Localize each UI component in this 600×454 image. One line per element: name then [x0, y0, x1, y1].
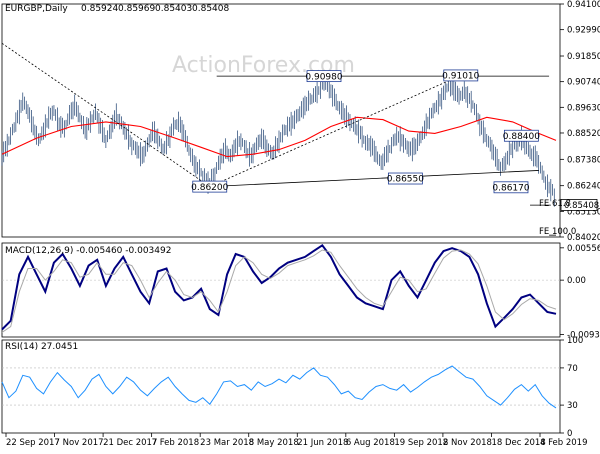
- rsi-axis: 10070300: [560, 336, 583, 439]
- date-tick-label: 7 Nov 2017: [55, 438, 104, 448]
- level-label: 0.86170: [492, 184, 529, 194]
- price-tick-label: 0.86240: [567, 182, 600, 192]
- price-close: 0.85408: [192, 4, 229, 14]
- date-tick-label: 7 Feb 2018: [152, 438, 200, 448]
- trendline: [209, 170, 539, 188]
- panel-frame: [1, 242, 561, 338]
- fe-100-label: FE 100.0: [539, 227, 576, 237]
- date-tick-label: 22 Sep 2017: [6, 438, 60, 448]
- rsi-line: [1, 365, 557, 409]
- macd-title: MACD(12,26,9) -0.005460 -0.003492: [5, 246, 171, 256]
- price-low: 0.85403: [155, 4, 192, 14]
- date-tick-label: 8 May 2018: [249, 438, 299, 448]
- level-label: 0.90980: [305, 72, 342, 82]
- level-label: 0.88400: [503, 132, 540, 142]
- level-label: 0.86200: [191, 183, 228, 193]
- date-tick-label: 2 Nov 2018: [443, 438, 492, 448]
- date-tick-label: 21 Jun 2018: [297, 438, 348, 448]
- level-label: 0.86550: [387, 175, 424, 185]
- macd-series: [1, 243, 560, 333]
- rsi-title: RSI(14) 27.0451: [5, 342, 78, 352]
- level-label: 0.91010: [442, 72, 479, 82]
- price-tick-label: 0.88520: [567, 129, 600, 139]
- rsi-tick-label: 100: [567, 336, 583, 346]
- date-tick-label: 23 Mar 2018: [200, 438, 254, 448]
- date-tick-label: 19 Sep 2018: [394, 438, 448, 448]
- price-tick-label: 0.87380: [567, 155, 600, 165]
- date-tick-label: 6 Aug 2018: [346, 438, 395, 448]
- fe-61-label: FE 61.8: [539, 199, 571, 209]
- panel-frame: [1, 339, 561, 434]
- rsi-tick-label: 30: [567, 401, 578, 411]
- date-axis: 22 Sep 20177 Nov 2017 21 Dec 20177 Feb 20…: [5, 433, 588, 448]
- chart-svg: ActionForex.com EURGBP,Daily 0.85924 0.8…: [1, 0, 600, 448]
- price-tick-label: 0.91850: [567, 52, 600, 62]
- price-tick-label: 0.92990: [567, 26, 600, 36]
- macd-tick-label: 0.005567: [567, 244, 600, 254]
- price-open: 0.85924: [81, 4, 118, 14]
- price-high: 0.85969: [118, 4, 155, 14]
- rsi-series: [1, 365, 560, 409]
- date-tick-label: 4 Feb 2019: [540, 438, 588, 448]
- macd-axis: 0.0055670.00-0.00937: [560, 244, 600, 341]
- price-title: EURGBP,Daily: [5, 4, 68, 14]
- price-tick-label: 0.94100: [567, 0, 600, 10]
- price-tick-label: 0.89630: [567, 103, 600, 113]
- date-tick-label: 18 Dec 2018: [491, 438, 545, 448]
- trendline: [209, 75, 461, 187]
- rsi-tick-label: 70: [567, 364, 578, 374]
- chart: ActionForex.com EURGBP,Daily 0.85924 0.8…: [0, 0, 600, 450]
- price-tick-label: 0.90740: [567, 78, 600, 88]
- macd-tick-label: 0.00: [567, 276, 586, 286]
- date-tick-label: 21 Dec 2017: [103, 438, 157, 448]
